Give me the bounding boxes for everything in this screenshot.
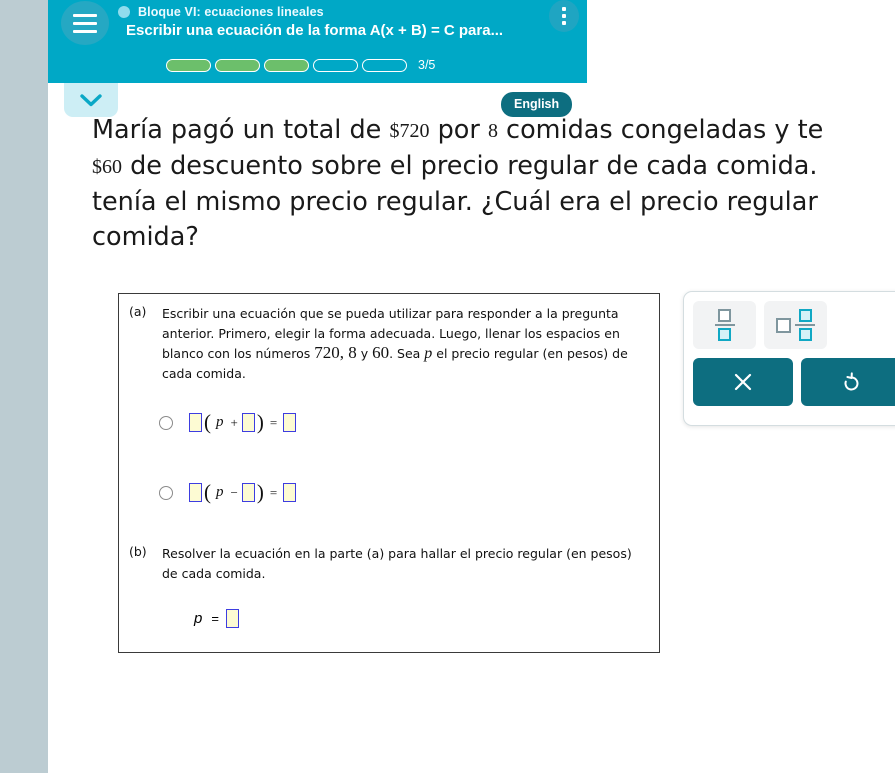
part-b-label: (b) (129, 544, 147, 559)
fraction-bar (714, 323, 735, 327)
part-a: (a) Escribir una ecuación que se pueda u… (129, 304, 649, 383)
part-b-variable: p (194, 610, 203, 627)
part-b: (b) Resolver la ecuación en la parte (a)… (129, 544, 649, 583)
part-b-equals: = (211, 611, 219, 626)
fraction-denominator-box (798, 328, 812, 342)
more-options-icon[interactable] (549, 0, 579, 32)
fraction-part-icon (795, 308, 815, 342)
equation-variable: p (216, 414, 224, 430)
equation-operator: + (230, 414, 238, 430)
progress-segment (313, 58, 358, 72)
chevron-down-icon (80, 93, 102, 106)
progress-segment (362, 58, 407, 72)
clear-button[interactable] (693, 358, 793, 406)
fraction-tool-button[interactable] (693, 301, 756, 349)
fraction-bar (795, 323, 815, 327)
equation-template-addition: ( p + ) = (189, 410, 297, 434)
equation-operator: − (230, 484, 238, 500)
progress-count: 3/5 (418, 58, 436, 72)
part-b-instructions: Resolver la ecuación en la parte (a) par… (162, 546, 632, 581)
part-a-number-3: 60 (372, 343, 390, 362)
exercise-screen: Bloque VI: ecuaciones lineales Escribir … (0, 0, 895, 773)
question-prompt: María pagó un total de $720 por 8 comida… (92, 113, 895, 255)
prompt-text: de descuento sobre el precio regular de … (122, 151, 818, 181)
choice-option-addition[interactable]: ( p + ) = (159, 410, 297, 434)
undo-button[interactable] (801, 358, 895, 406)
prompt-text: María pagó un total de (92, 115, 390, 145)
collapse-header-button[interactable] (64, 83, 118, 117)
part-b-answer-row: p = (191, 609, 239, 628)
progress-bar (166, 58, 407, 72)
math-keypad-panel (683, 291, 895, 426)
open-paren: ( (204, 480, 211, 504)
prompt-line-3: tenía el mismo precio regular. ¿Cuál era… (92, 187, 818, 217)
radio-button[interactable] (159, 415, 173, 430)
equation-template-subtraction: ( p − ) = (189, 480, 297, 504)
whole-number-box (776, 317, 791, 333)
hamburger-bar (73, 13, 97, 17)
equation-variable: p (216, 484, 224, 500)
part-a-label: (a) (129, 304, 147, 319)
module-circle-icon (118, 6, 130, 18)
prompt-text: comidas congeladas y te (497, 115, 824, 145)
module-label: Bloque VI: ecuaciones lineales (138, 5, 324, 19)
input-blank-b[interactable] (241, 483, 255, 502)
prompt-text: por (429, 115, 488, 145)
mixed-number-icon (776, 308, 815, 342)
input-blank-c[interactable] (283, 483, 297, 502)
lesson-title: Escribir una ecuación de la forma A(x + … (126, 22, 504, 39)
part-a-instructions: Escribir una ecuación que se pueda utili… (162, 304, 649, 383)
fraction-numerator-box (798, 308, 812, 322)
input-blank-c[interactable] (283, 413, 297, 432)
input-blank-answer[interactable] (225, 609, 239, 628)
kebab-dot (562, 21, 566, 25)
module-breadcrumb: Bloque VI: ecuaciones lineales (118, 5, 324, 19)
keypad-actions-row (693, 358, 895, 406)
prompt-line-4: comida? (92, 222, 199, 252)
menu-icon[interactable] (61, 1, 109, 45)
progress-segment (264, 58, 309, 72)
prompt-amount-discount: $60 (92, 156, 122, 178)
choice-option-subtraction[interactable]: ( p − ) = (159, 480, 297, 504)
equation-equals: = (269, 414, 278, 430)
part-a-conjunction: y (356, 346, 373, 361)
progress-segment (215, 58, 260, 72)
answer-work-area: (a) Escribir una ecuación que se pueda u… (118, 293, 660, 653)
prompt-line-2: $60 de descuento sobre el precio regular… (92, 149, 895, 185)
progress-segment (166, 58, 211, 72)
input-blank-a[interactable] (189, 483, 202, 502)
part-a-text-2: . Sea (389, 346, 425, 361)
part-a-numbers: 720, 8 (314, 343, 357, 362)
kebab-dot (562, 7, 566, 11)
close-paren: ) (256, 410, 264, 434)
left-app-rail (0, 0, 48, 773)
lesson-header: Bloque VI: ecuaciones lineales Escribir … (48, 0, 587, 83)
input-blank-b[interactable] (241, 413, 255, 432)
hamburger-bar (73, 21, 97, 25)
close-paren: ) (256, 480, 264, 504)
radio-button[interactable] (159, 485, 173, 500)
fraction-icon (714, 308, 735, 342)
fraction-numerator-box (718, 308, 731, 322)
prompt-quantity: 8 (487, 120, 498, 142)
equation-equals: = (269, 484, 278, 500)
kebab-dot (562, 14, 566, 18)
progress-indicator: 3/5 (166, 58, 435, 72)
hamburger-bar (73, 29, 97, 33)
undo-icon (844, 372, 859, 391)
mixed-number-tool-button[interactable] (764, 301, 827, 349)
prompt-line-1: María pagó un total de $720 por 8 comida… (92, 113, 895, 149)
close-icon (734, 373, 752, 391)
fraction-denominator-box (718, 328, 731, 342)
keypad-tools-row (693, 301, 895, 349)
open-paren: ( (204, 410, 211, 434)
prompt-amount-total: $720 (389, 120, 430, 142)
input-blank-a[interactable] (189, 413, 202, 432)
